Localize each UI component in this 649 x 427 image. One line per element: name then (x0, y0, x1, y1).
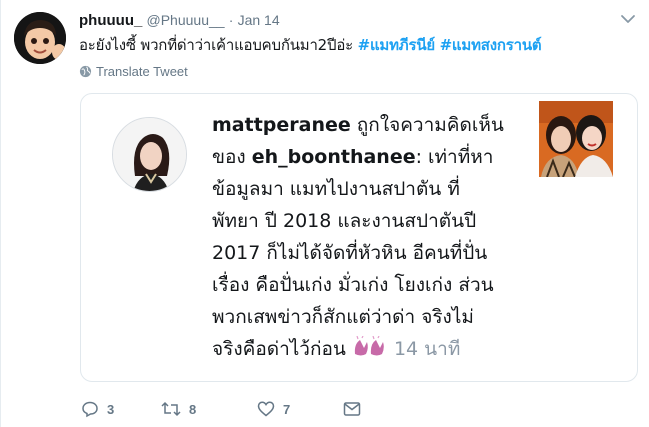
retweet-count: 8 (189, 401, 197, 417)
reply-icon (82, 401, 98, 418)
couple-photo-image (539, 101, 613, 177)
chevron-down-icon (621, 15, 635, 23)
profile-photo (113, 118, 186, 191)
comment-time: 14 นาที (393, 338, 461, 360)
direct-message-button[interactable] (343, 401, 361, 417)
couple-photo (539, 101, 613, 177)
comment-line: พัทยา ปี 2018 และงานสปาตันปี (212, 210, 477, 232)
author-avatar[interactable] (14, 12, 66, 64)
tweet[interactable]: phuuuu_ @Phuuuu__ · Jan 14 อะยังไงซี้ พว… (0, 0, 649, 427)
reply-button[interactable]: 3 (81, 400, 161, 418)
hashtag-link[interactable]: #แมทสงกรานต์ (440, 36, 542, 54)
comment-line: พวกเสพข่าวก็สักแต่ว่าด่า จริงไม่ (212, 306, 474, 328)
retweet-button[interactable]: 8 (161, 400, 257, 418)
heart-icon (257, 401, 275, 417)
translate-label: Translate Tweet (96, 64, 188, 79)
tweet-header: phuuuu_ @Phuuuu__ · Jan 14 (79, 11, 280, 30)
tweet-date[interactable]: Jan 14 (238, 12, 280, 28)
reply-count: 3 (107, 401, 115, 417)
screenshot-comment-text: mattperanee ถูกใจความคิดเห็น ของ eh_boon… (212, 109, 527, 365)
author-handle[interactable]: @Phuuuu__ (147, 12, 225, 28)
more-options-button[interactable] (619, 12, 637, 26)
commenter-avatar (112, 117, 187, 192)
comment-line: จริงคือด่าไว้ก่อน (212, 338, 352, 360)
comment-line: 2017 ก็ไม่ได้จัดที่หัวหิน อีคนที่ปั่น (212, 242, 488, 264)
avatar-memoji (14, 12, 66, 64)
comment-line: ของ (212, 146, 252, 168)
retweet-icon (161, 401, 181, 417)
hashtag-link[interactable]: #แมทภีรนีย์ (358, 36, 436, 54)
clap-emoji (354, 336, 384, 356)
comment-line: ถูกใจความคิดเห็น (350, 114, 504, 136)
translate-tweet-link[interactable]: Translate Tweet (79, 64, 188, 79)
message-icon (343, 402, 361, 416)
like-button[interactable]: 7 (257, 400, 343, 418)
tweet-body: อะยังไงซี้ พวกที่ด่าว่าเค้าแอบคบกันมา2ปี… (79, 36, 358, 54)
tweet-text: อะยังไงซี้ พวกที่ด่าว่าเค้าแอบคบกันมา2ปี… (79, 35, 542, 55)
author-display-name[interactable]: phuuuu_ (79, 12, 142, 29)
embedded-image-card[interactable]: mattperanee ถูกใจความคิดเห็น ของ eh_boon… (80, 93, 638, 382)
comment-mention: eh_boonthanee (251, 146, 416, 168)
comment-line: ข้อมูลมา แมทไปงานสปาตัน ที่ (212, 178, 460, 200)
tweet-actions: 3 8 7 (81, 400, 361, 418)
globe-icon (79, 65, 92, 78)
comment-line: เรื่อง คือปั่นเก่ง มั่วเก่ง โยงเก่ง ส่วน (212, 274, 494, 296)
comment-line: : เท่าที่หา (415, 146, 494, 168)
comment-author: mattperanee (212, 114, 351, 136)
like-count: 7 (283, 401, 291, 417)
separator-dot: · (228, 12, 234, 28)
